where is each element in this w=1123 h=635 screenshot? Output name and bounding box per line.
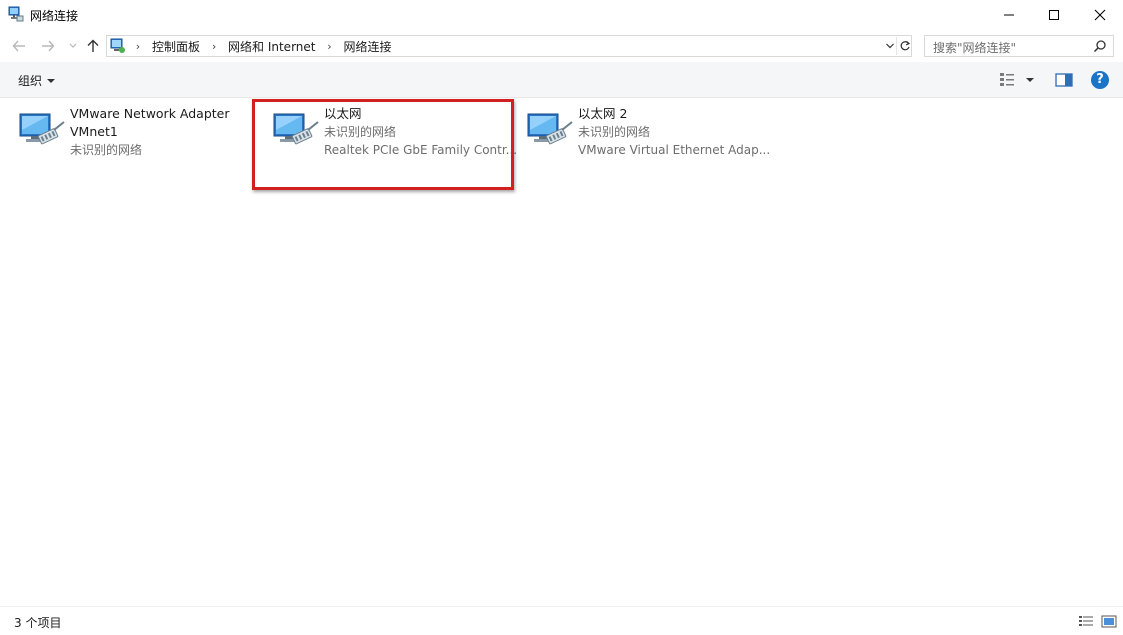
chevron-down-icon [47, 78, 56, 83]
breadcrumb-network-connections[interactable]: 网络连接 [338, 38, 396, 55]
help-icon: ? [1096, 72, 1104, 87]
connection-status: 未识别的网络 [70, 143, 143, 157]
breadcrumb-chevron-icon[interactable]: › [205, 40, 223, 53]
breadcrumb-control-panel[interactable]: 控制面板 [147, 38, 205, 55]
connection-name: VMware Network Adapter [70, 106, 230, 121]
item-count: 3 个项目 [14, 616, 62, 630]
details-view-icon[interactable] [1078, 615, 1094, 628]
address-bar[interactable]: › 控制面板 › 网络和 Internet › 网络连接 [106, 35, 912, 57]
breadcrumb-chevron-icon[interactable]: › [129, 40, 147, 53]
chevron-down-icon [886, 43, 894, 49]
command-bar: 组织 ? [0, 62, 1123, 98]
navigation-bar: › 控制面板 › 网络和 Internet › 网络连接 搜索"网络连接" [0, 30, 1123, 62]
forward-button[interactable] [39, 37, 57, 55]
connection-device: VMware Virtual Ethernet Adap... [578, 143, 771, 157]
change-view-icon[interactable] [999, 72, 1017, 88]
arrow-right-icon [42, 40, 55, 52]
view-options-chevron-icon[interactable] [1026, 78, 1034, 82]
preview-pane-icon[interactable] [1055, 72, 1073, 88]
chevron-down-icon [69, 43, 77, 48]
arrow-left-icon [12, 40, 25, 52]
title-bar: 网络连接 [0, 0, 1123, 30]
connection-tile-vmnet1[interactable]: VMware Network Adapter VMnet1 未识别的网络 [18, 103, 268, 163]
network-adapter-icon [19, 113, 65, 145]
minimize-button[interactable] [986, 0, 1032, 30]
organize-label: 组织 [18, 74, 43, 88]
organize-button[interactable]: 组织 [18, 72, 56, 89]
back-button[interactable] [10, 37, 28, 55]
connection-status: 未识别的网络 [578, 125, 651, 139]
close-button[interactable] [1077, 0, 1123, 30]
large-icons-view-icon[interactable] [1101, 615, 1117, 628]
close-icon [1094, 9, 1106, 21]
search-input[interactable]: 搜索"网络连接" [924, 35, 1114, 57]
connection-name: 以太网 2 [578, 106, 628, 121]
breadcrumb-network-internet[interactable]: 网络和 Internet [223, 38, 320, 55]
connection-tile-ethernet-2[interactable]: 以太网 2 未识别的网络 VMware Virtual Ethernet Ada… [526, 103, 776, 163]
recent-locations-button[interactable] [64, 37, 82, 55]
breadcrumb-chevron-icon[interactable]: › [320, 40, 338, 53]
refresh-button[interactable] [896, 37, 913, 55]
up-button[interactable] [84, 37, 102, 55]
network-adapter-icon [527, 113, 573, 145]
window-title: 网络连接 [30, 9, 79, 23]
minimize-icon [1004, 14, 1014, 16]
arrow-up-icon [87, 39, 99, 52]
refresh-icon [900, 41, 911, 51]
maximize-icon [1049, 10, 1059, 20]
connection-name-line2: VMnet1 [70, 124, 118, 139]
help-button[interactable]: ? [1091, 71, 1109, 89]
search-icon[interactable] [1093, 39, 1107, 53]
file-view: VMware Network Adapter VMnet1 未识别的网络 以太网… [0, 98, 1123, 606]
maximize-button[interactable] [1031, 0, 1077, 30]
status-bar: 3 个项目 [0, 606, 1123, 635]
highlight-box [252, 99, 514, 190]
search-placeholder: 搜索"网络连接" [933, 41, 1017, 55]
breadcrumb: › 控制面板 › 网络和 Internet › 网络连接 [129, 36, 397, 56]
control-panel-icon [110, 38, 125, 53]
network-connections-icon [8, 6, 24, 22]
